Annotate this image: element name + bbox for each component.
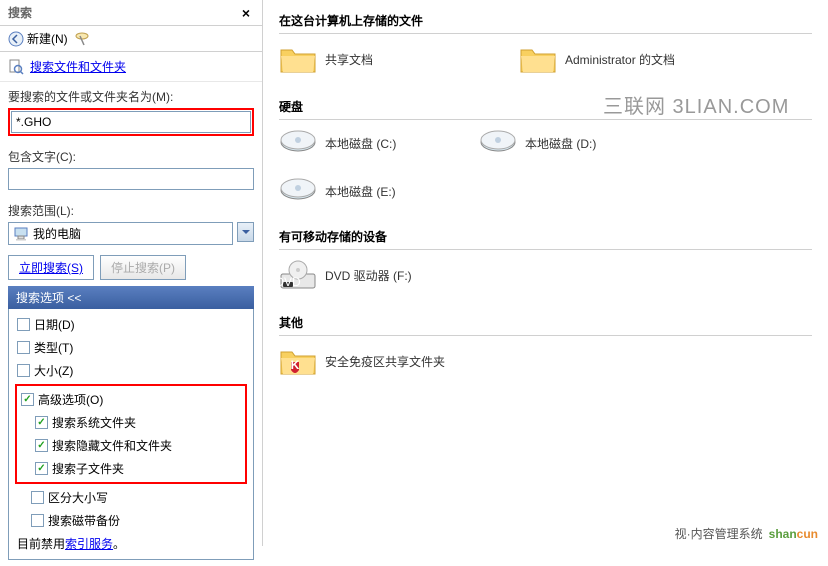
- drive-d[interactable]: 本地磁盘 (D:): [479, 130, 639, 158]
- option-type-label: 类型(T): [34, 339, 73, 356]
- search-doc-icon: [8, 59, 24, 75]
- option-type[interactable]: 类型(T): [15, 336, 247, 359]
- close-icon[interactable]: ×: [238, 5, 254, 21]
- filename-input[interactable]: [11, 111, 251, 133]
- search-files-link[interactable]: 搜索文件和文件夹: [30, 58, 126, 75]
- contains-input[interactable]: [8, 168, 254, 190]
- drive-label: 本地磁盘 (D:): [525, 136, 596, 153]
- folder-label: 共享文档: [325, 52, 373, 69]
- chevron-down-icon: [242, 230, 250, 235]
- option-case-label: 区分大小写: [48, 489, 108, 506]
- files-header: 在这台计算机上存储的文件: [279, 8, 812, 34]
- options-header[interactable]: 搜索选项 <<: [8, 286, 254, 309]
- other-header: 其他: [279, 310, 812, 336]
- logo-part1: shan: [769, 527, 797, 541]
- drive-label: 本地磁盘 (C:): [325, 136, 396, 153]
- dvd-icon: DVD: [279, 260, 317, 292]
- option-tape[interactable]: 搜索磁带备份: [29, 509, 247, 532]
- checkbox-checked[interactable]: [35, 439, 48, 452]
- advanced-highlight: 高级选项(O) 搜索系统文件夹 搜索隐藏文件和文件夹: [15, 384, 247, 484]
- new-label: 新建(N): [27, 30, 68, 47]
- option-system-label: 搜索系统文件夹: [52, 414, 136, 431]
- option-sub-label: 搜索子文件夹: [52, 460, 124, 477]
- option-subfolders[interactable]: 搜索子文件夹: [33, 457, 243, 480]
- search-panel: 搜索 × 新建(N) 搜索文件和文件夹 要搜索的文件或文件夹名为(M): 包含文…: [0, 0, 263, 546]
- option-hidden-files[interactable]: 搜索隐藏文件和文件夹: [33, 434, 243, 457]
- security-label: 安全免疫区共享文件夹: [325, 354, 445, 371]
- checkbox-unchecked[interactable]: [31, 514, 44, 527]
- drive-c[interactable]: 本地磁盘 (C:): [279, 130, 439, 158]
- contains-label: 包含文字(C):: [8, 148, 254, 165]
- new-button[interactable]: 新建(N): [8, 30, 68, 47]
- option-size-label: 大小(Z): [34, 362, 73, 379]
- content-panel: 在这台计算机上存储的文件 共享文档 Administrator 的文档 三联网 …: [263, 0, 828, 546]
- checkbox-unchecked[interactable]: [17, 364, 30, 377]
- folder-icon: [279, 44, 317, 76]
- scope-select[interactable]: 我的电脑: [8, 222, 233, 245]
- security-folder[interactable]: K 安全免疫区共享文件夹: [279, 346, 479, 378]
- watermark-text: 三联网 3LIAN.COM: [603, 90, 789, 119]
- computer-icon: [13, 227, 29, 241]
- drive-label: 本地磁盘 (E:): [325, 184, 396, 201]
- scope-value: 我的电脑: [33, 225, 81, 242]
- checkbox-unchecked[interactable]: [31, 491, 44, 504]
- bottom-label: 视·内容管理系统: [675, 525, 763, 542]
- back-icon: [8, 31, 24, 47]
- option-hidden-label: 搜索隐藏文件和文件夹: [52, 437, 172, 454]
- shield-folder-icon: K: [279, 346, 317, 378]
- option-advanced[interactable]: 高级选项(O): [19, 388, 243, 411]
- dvd-drive[interactable]: DVD DVD 驱动器 (F:): [279, 260, 479, 292]
- removable-header: 有可移动存储的设备: [279, 224, 812, 250]
- drive-icon: [279, 130, 317, 158]
- index-prefix: 目前禁用: [17, 537, 65, 551]
- panel-title: 搜索: [8, 4, 238, 21]
- drive-icon: [479, 130, 517, 158]
- svg-text:K: K: [291, 358, 300, 372]
- checkbox-checked[interactable]: [21, 393, 34, 406]
- search-button[interactable]: 立即搜索(S): [8, 255, 94, 280]
- checkbox-unchecked[interactable]: [17, 318, 30, 331]
- checkbox-checked[interactable]: [35, 416, 48, 429]
- option-tape-label: 搜索磁带备份: [48, 512, 120, 529]
- bottom-watermark: 视·内容管理系统 shancun: [675, 525, 818, 542]
- option-size[interactable]: 大小(Z): [15, 359, 247, 382]
- drive-e[interactable]: 本地磁盘 (E:): [279, 178, 439, 206]
- filename-highlight: [8, 108, 254, 136]
- index-service-row: 目前禁用索引服务。: [15, 532, 247, 555]
- option-system-folders[interactable]: 搜索系统文件夹: [33, 411, 243, 434]
- folder-admin-docs[interactable]: Administrator 的文档: [519, 44, 719, 76]
- wand-icon[interactable]: [74, 31, 90, 47]
- search-link-row: 搜索文件和文件夹: [0, 52, 262, 82]
- checkbox-unchecked[interactable]: [17, 341, 30, 354]
- folder-label: Administrator 的文档: [565, 52, 675, 69]
- folder-icon: [519, 44, 557, 76]
- index-service-link[interactable]: 索引服务: [65, 537, 113, 551]
- dvd-label: DVD 驱动器 (F:): [325, 268, 412, 285]
- filename-label: 要搜索的文件或文件夹名为(M):: [8, 88, 254, 105]
- stop-button: 停止搜索(P): [100, 255, 186, 280]
- option-date[interactable]: 日期(D): [15, 313, 247, 336]
- folder-shared-docs[interactable]: 共享文档: [279, 44, 479, 76]
- option-date-label: 日期(D): [34, 316, 75, 333]
- option-advanced-label: 高级选项(O): [38, 391, 103, 408]
- panel-header: 搜索 ×: [0, 0, 262, 26]
- scope-dropdown-button[interactable]: [237, 222, 254, 242]
- drive-icon: [279, 178, 317, 206]
- option-case[interactable]: 区分大小写: [29, 486, 247, 509]
- logo-part2: cun: [797, 527, 818, 541]
- options-body: 日期(D) 类型(T) 大小(Z) 高级选项(O): [8, 309, 254, 560]
- checkbox-checked[interactable]: [35, 462, 48, 475]
- scope-label: 搜索范围(L):: [8, 202, 254, 219]
- toolbar: 新建(N): [0, 26, 262, 52]
- svg-text:DVD: DVD: [279, 275, 301, 289]
